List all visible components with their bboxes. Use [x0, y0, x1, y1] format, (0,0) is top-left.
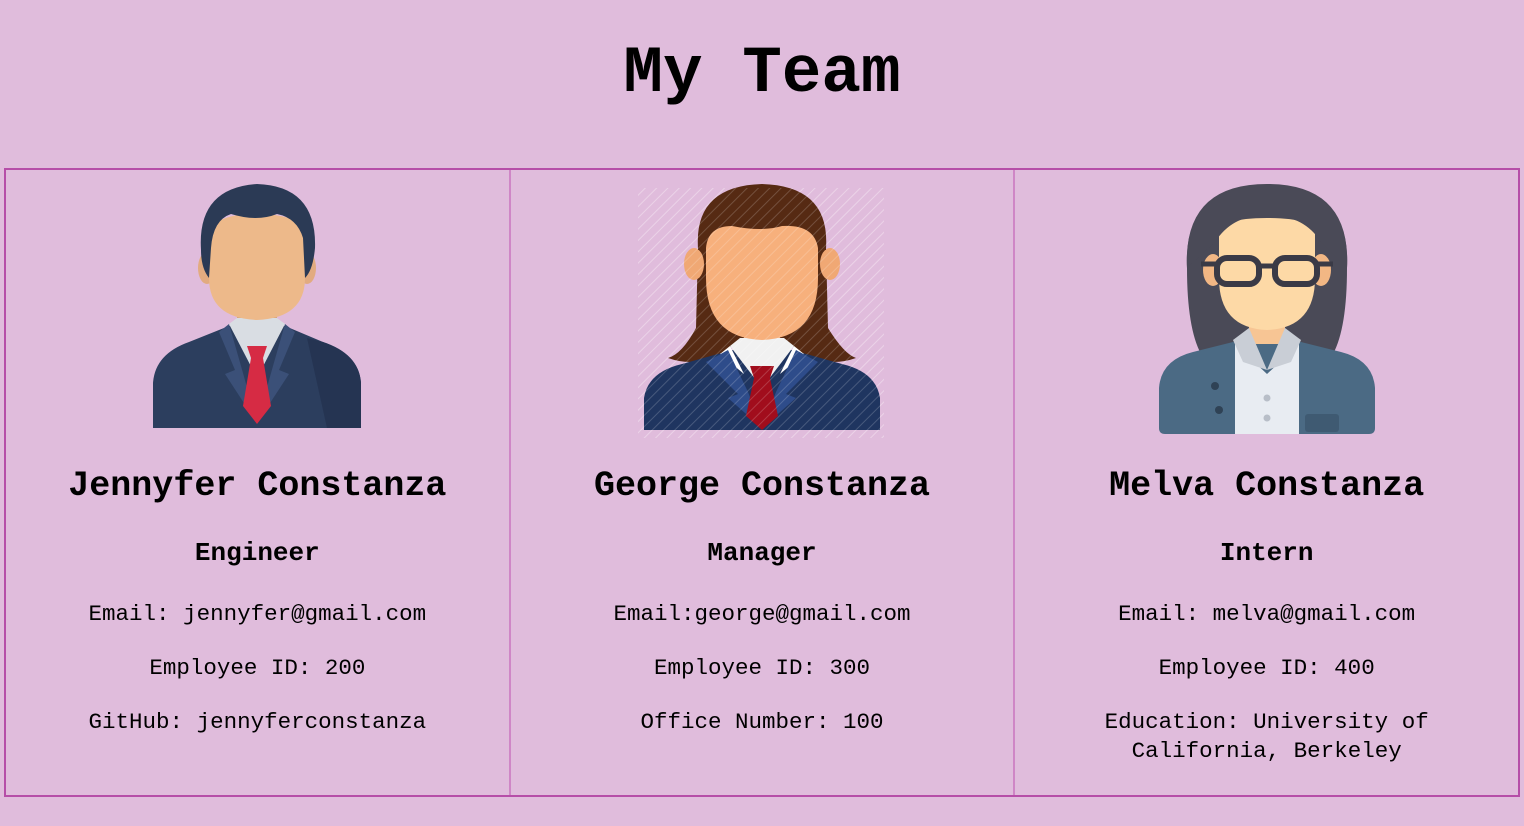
employee-github: GitHub: jennyferconstanza	[88, 709, 427, 735]
employee-education: Education: University of California, Ber…	[1104, 709, 1429, 764]
page-title: My Team	[623, 36, 901, 111]
employee-office-number: Office Number: 100	[640, 709, 884, 735]
female-manager-avatar-icon	[632, 178, 892, 438]
male-engineer-avatar-icon	[127, 178, 387, 438]
employee-card-engineer: Jennyfer Constanza Engineer Email: jenny…	[6, 170, 509, 795]
team-cards-container: Jennyfer Constanza Engineer Email: jenny…	[4, 168, 1520, 797]
female-intern-avatar-icon	[1137, 178, 1397, 438]
employee-email: Email: melva@gmail.com	[1118, 601, 1416, 627]
employee-card-intern: Melva Constanza Intern Email: melva@gmai…	[1013, 170, 1518, 795]
employee-name: Melva Constanza	[1109, 466, 1425, 506]
employee-role: Manager	[707, 538, 817, 568]
employee-email: Email: jennyfer@gmail.com	[88, 601, 427, 627]
employee-email: Email:george@gmail.com	[613, 601, 911, 627]
employee-name: Jennyfer Constanza	[68, 466, 447, 506]
employee-role: Intern	[1219, 538, 1314, 568]
employee-role: Engineer	[194, 538, 320, 568]
employee-id: Employee ID: 300	[653, 655, 871, 681]
employee-card-manager: George Constanza Manager Email:george@gm…	[508, 170, 1014, 795]
employee-name: George Constanza	[593, 466, 931, 506]
employee-id: Employee ID: 400	[1158, 655, 1375, 681]
employee-id: Employee ID: 200	[149, 655, 366, 681]
